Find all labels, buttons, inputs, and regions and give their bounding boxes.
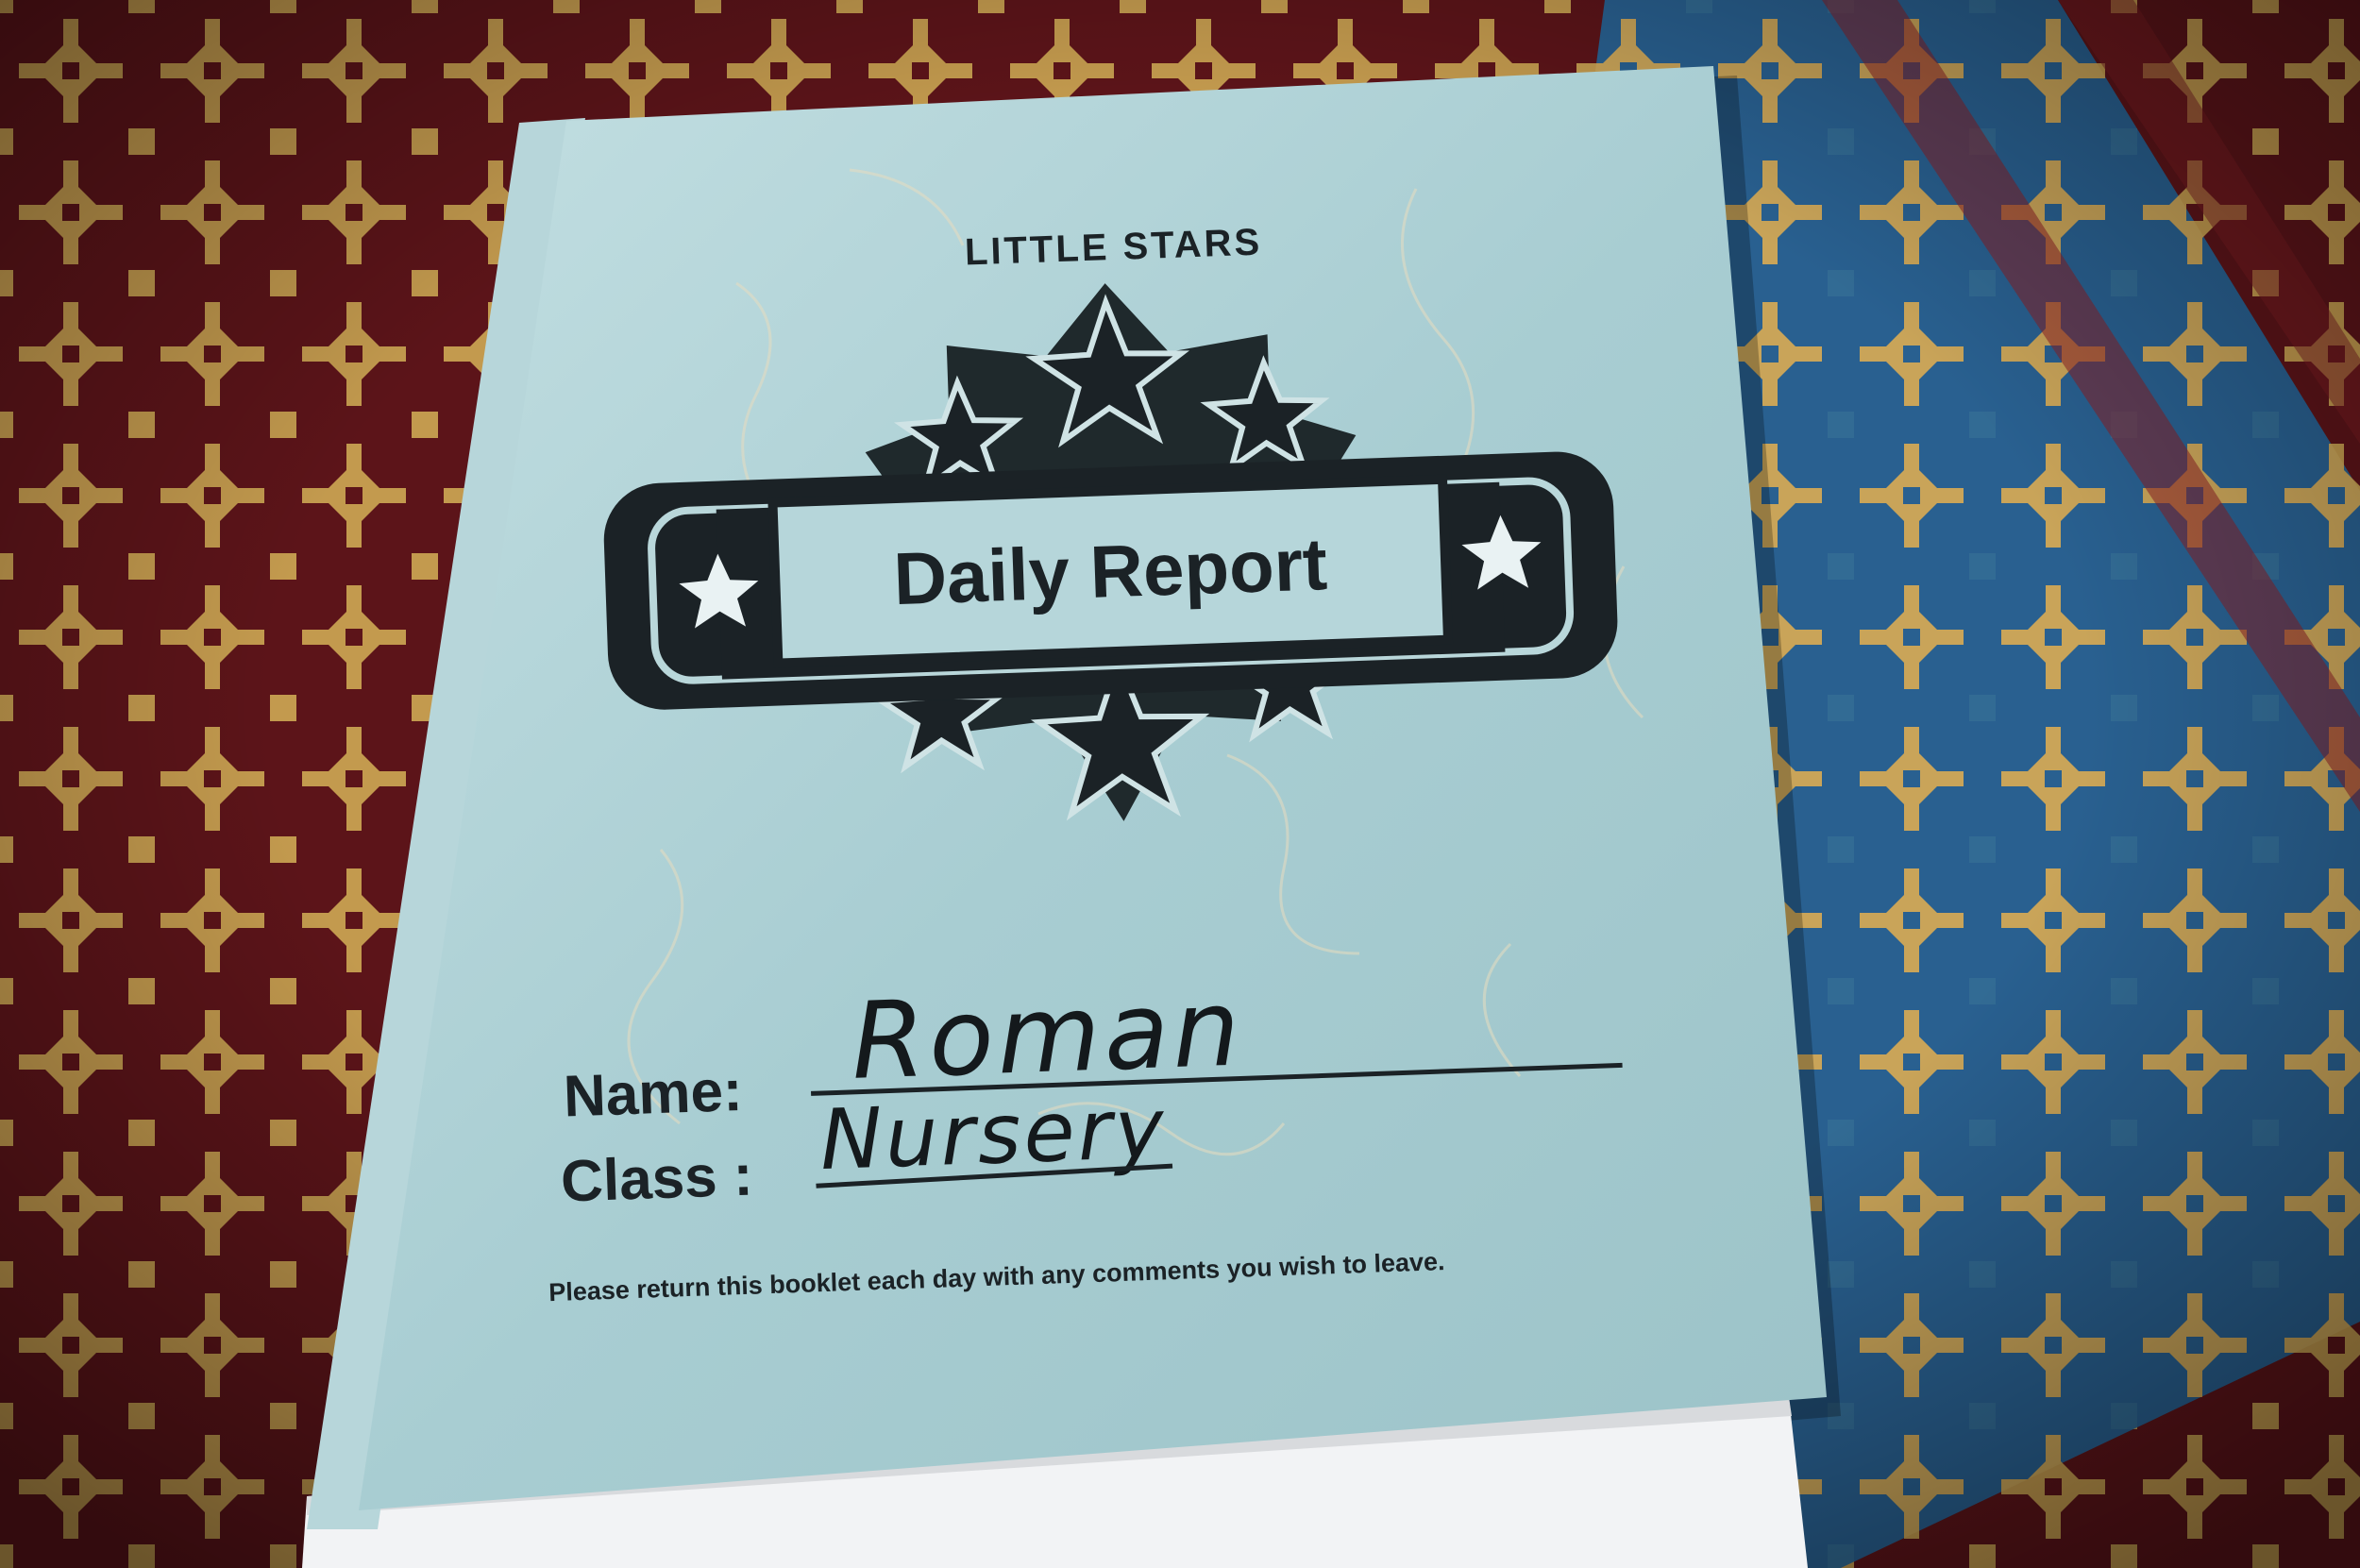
daily-report-booklet: LITTLE STARS Daily Report Name: Roman Cl…	[302, 66, 1841, 1568]
name-label: Name:	[563, 1058, 744, 1130]
class-value: Nursery	[818, 1079, 1168, 1189]
badge-title: Daily Report	[892, 522, 1328, 620]
class-label: Class :	[560, 1143, 754, 1215]
